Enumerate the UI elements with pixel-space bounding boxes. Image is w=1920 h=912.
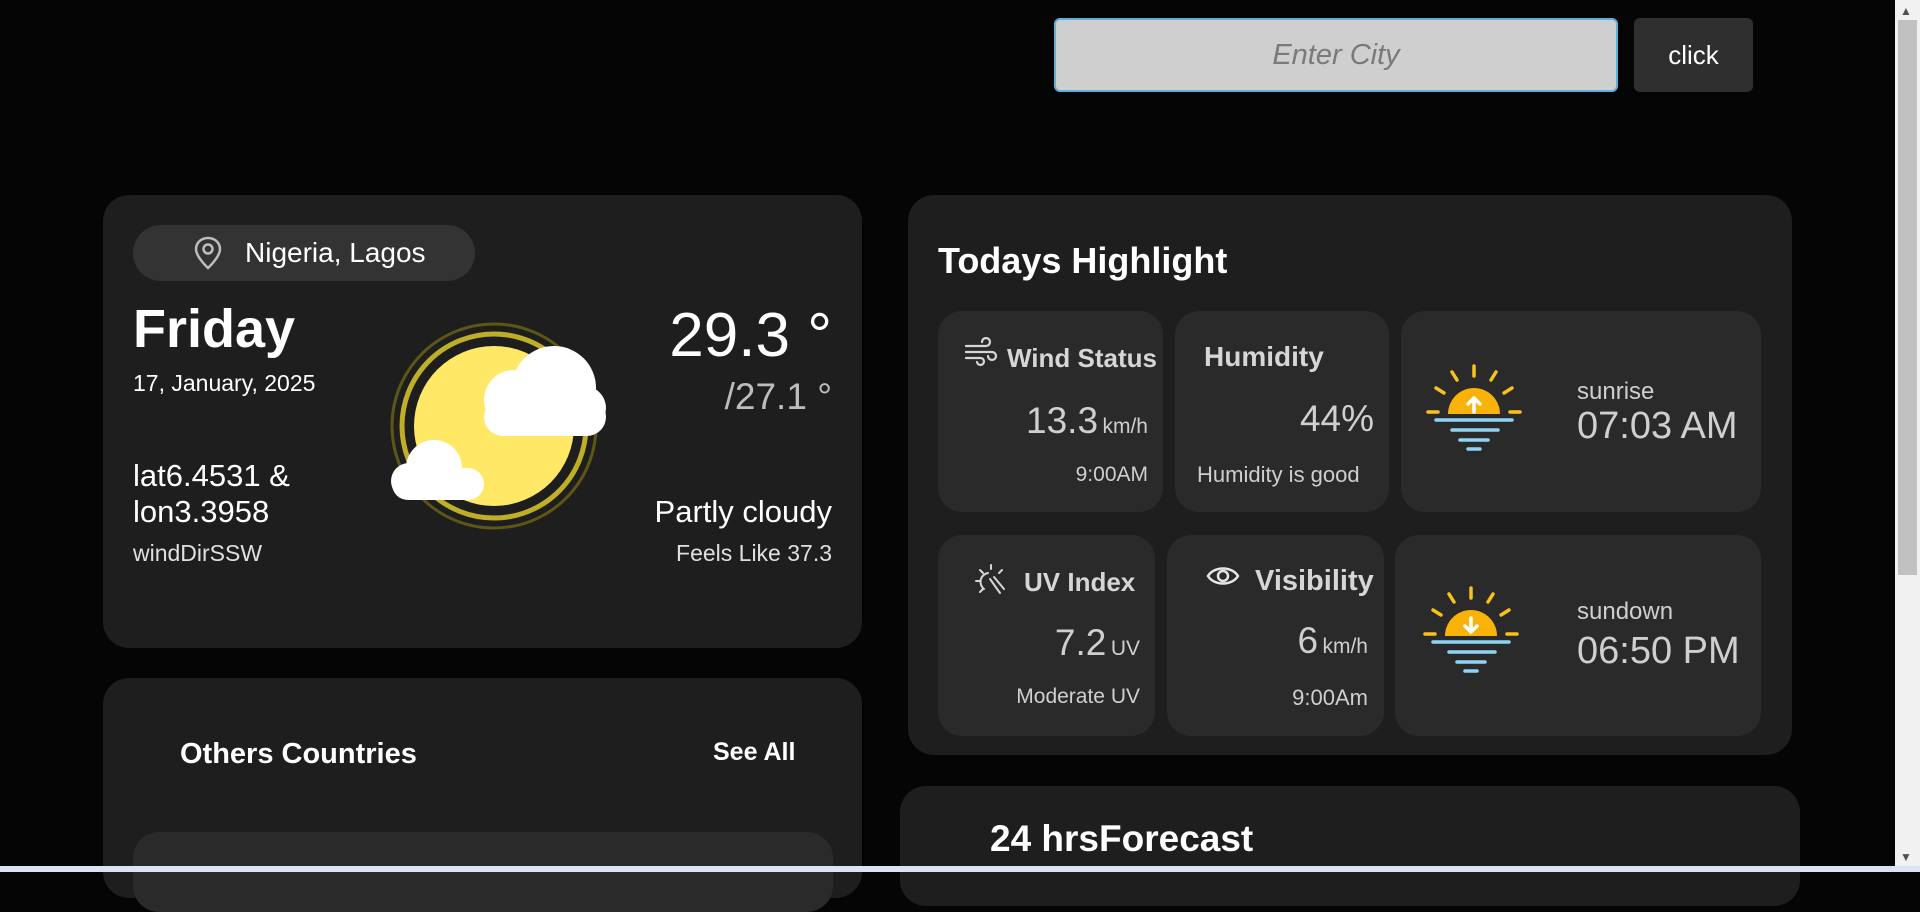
uv-icon <box>975 564 1005 594</box>
wind-direction-label: windDirSSW <box>133 540 263 566</box>
visibility-number: 6 <box>1297 620 1319 661</box>
day-name: Friday <box>133 299 296 359</box>
country-list-item[interactable] <box>133 832 833 912</box>
highlights-title: Todays Highlight <box>938 240 1228 281</box>
eye-icon <box>1206 567 1240 585</box>
partly-cloudy-icon <box>390 322 606 530</box>
visibility-label: Visibility <box>1255 565 1374 597</box>
location-label: Nigeria, Lagos <box>245 237 426 268</box>
scroll-down-arrow-icon[interactable]: ▼ <box>1900 850 1912 864</box>
sundown-time: 06:50 PM <box>1577 630 1740 672</box>
temperature: 29.3 ° <box>669 301 832 370</box>
sunrise-icon <box>1426 364 1522 451</box>
humidity-label: Humidity <box>1204 341 1324 372</box>
visibility-unit: km/h <box>1322 635 1368 658</box>
wind-status-label: Wind Status <box>1007 343 1157 373</box>
uv-value: 7.2 UV <box>1055 622 1140 664</box>
sunrise-time: 07:03 AM <box>1577 405 1738 447</box>
sunrise-label: sunrise <box>1577 378 1655 405</box>
search-button[interactable]: click <box>1634 18 1753 92</box>
humidity-value: 44% <box>1299 398 1374 439</box>
scroll-up-arrow-icon[interactable]: ▲ <box>1900 4 1912 18</box>
wind-time: 9:00AM <box>1075 463 1148 486</box>
sunset-icon <box>1423 586 1519 673</box>
visibility-value: 6 km/h <box>1297 620 1368 662</box>
search-input[interactable] <box>1054 18 1618 92</box>
visibility-time: 9:00Am <box>1292 685 1368 710</box>
condition-label: Partly cloudy <box>654 494 832 529</box>
wind-icon <box>964 337 998 367</box>
location-pill[interactable]: Nigeria, Lagos <box>133 225 475 281</box>
see-all-link[interactable]: See All <box>713 738 795 767</box>
uv-index-label: UV Index <box>1024 567 1136 597</box>
other-countries-title: Others Countries <box>180 738 417 770</box>
wind-value: 13.3 km/h <box>1026 400 1148 442</box>
uv-unit: UV <box>1110 637 1140 660</box>
scrollbar-thumb[interactable] <box>1898 20 1917 575</box>
uv-number: 7.2 <box>1054 622 1107 663</box>
wind-unit: km/h <box>1102 415 1148 438</box>
uv-note: Moderate UV <box>1016 685 1140 708</box>
feels-like-label: Feels Like 37.3 <box>676 540 832 566</box>
sundown-label: sundown <box>1577 598 1674 625</box>
temperature-min: /27.1 ° <box>724 376 832 417</box>
horizontal-scrollbar[interactable] <box>0 866 1920 872</box>
wind-speed: 13.3 <box>1026 400 1099 441</box>
coordinates-label: lat6.4531 & lon3.3958 <box>133 458 290 529</box>
humidity-note: Humidity is good <box>1197 462 1360 487</box>
forecast-title: 24 hrsForecast <box>990 818 1254 859</box>
location-pin-icon <box>194 236 222 270</box>
date-label: 17, January, 2025 <box>133 370 316 396</box>
